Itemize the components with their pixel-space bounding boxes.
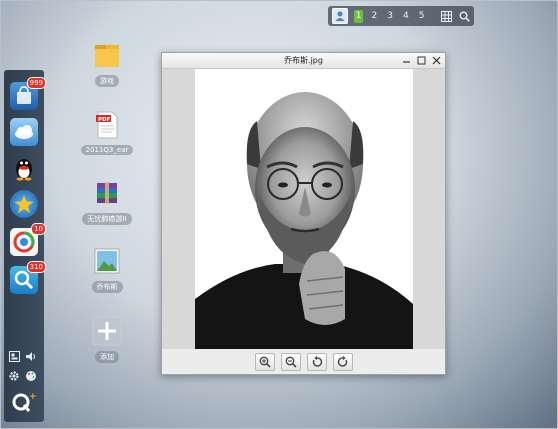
window-icon[interactable]	[8, 350, 20, 362]
app-dock: 999 10 310 +	[4, 70, 46, 422]
search-icon[interactable]	[458, 10, 470, 22]
page-2-button[interactable]: 2	[369, 11, 379, 21]
qplus-logo-icon[interactable]: +	[10, 390, 36, 414]
badge-count: 999	[26, 77, 46, 89]
avatar-icon[interactable]	[332, 8, 348, 24]
badge-count: 310	[26, 261, 46, 273]
desktop-icon-label: 无忧肺癌游II	[82, 213, 132, 225]
desktop-icon-label: 添加	[95, 351, 119, 363]
qq-penguin-icon[interactable]	[10, 154, 38, 182]
badge-count: 10	[31, 223, 46, 235]
desktop-icon-label: 游戏	[95, 75, 119, 87]
desktop-add-button[interactable]: 添加	[72, 316, 142, 363]
rotate-right-icon[interactable]	[332, 352, 353, 371]
archive-books-icon	[92, 178, 122, 208]
rotate-left-icon[interactable]	[306, 352, 327, 371]
minimize-icon[interactable]	[401, 55, 411, 65]
page-5-button[interactable]: 5	[417, 11, 427, 21]
image-file-icon	[92, 246, 122, 276]
add-icon	[92, 316, 122, 346]
desktop-icon-label: 2011Q3_ear	[80, 145, 134, 155]
portrait-photo	[195, 69, 413, 349]
svg-text:+: +	[29, 392, 36, 402]
page-3-button[interactable]: 3	[385, 11, 395, 21]
desktop-icon-games[interactable]: 游戏	[72, 40, 142, 87]
grid-icon[interactable]	[440, 10, 453, 22]
browser-icon[interactable]: 10	[10, 223, 46, 256]
desktop-icon-archive[interactable]: 无忧肺癌游II	[72, 178, 142, 225]
zoom-in-icon[interactable]	[254, 352, 275, 371]
maximize-icon[interactable]	[416, 55, 426, 65]
close-icon[interactable]	[431, 55, 441, 65]
page-switcher-bar: 1 2 3 4 5	[328, 6, 474, 26]
desktop-icon-image[interactable]: 乔布斯	[72, 246, 142, 293]
app-store-icon[interactable]: 999	[10, 77, 46, 110]
star-app-icon[interactable]	[10, 190, 38, 218]
desktop-icon-pdf[interactable]: PDF 2011Q3_ear	[72, 110, 142, 155]
volume-icon[interactable]	[25, 350, 37, 362]
viewer-toolbar	[162, 349, 445, 374]
palette-icon[interactable]	[25, 370, 37, 382]
settings-icon[interactable]	[8, 370, 20, 382]
svg-text:PDF: PDF	[98, 117, 111, 123]
cloud-drive-icon[interactable]	[10, 118, 38, 146]
pdf-file-icon: PDF	[92, 110, 122, 140]
window-titlebar[interactable]: 乔布斯.jpg	[162, 53, 445, 69]
folder-icon	[92, 40, 122, 70]
window-title: 乔布斯.jpg	[284, 56, 323, 65]
image-viewer-window[interactable]: 乔布斯.jpg	[161, 52, 446, 375]
image-canvas	[162, 69, 445, 349]
zoom-out-icon[interactable]	[280, 352, 301, 371]
desktop-icon-label: 乔布斯	[91, 281, 123, 293]
search-app-icon[interactable]: 310	[10, 261, 46, 294]
page-4-button[interactable]: 4	[401, 11, 411, 21]
page-1-button[interactable]: 1	[353, 9, 364, 23]
